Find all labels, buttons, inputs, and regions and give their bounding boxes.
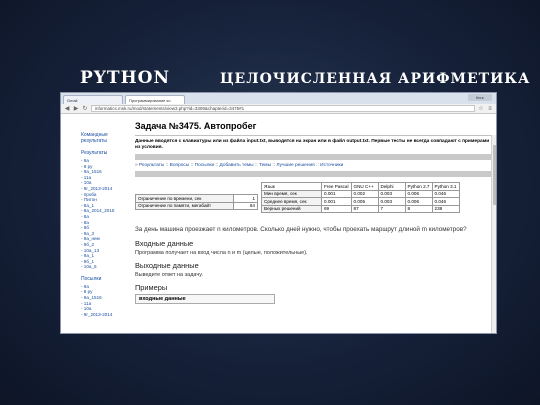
table-row: Среднее время, сек 0.001 0.005 0.003 0.006 0.… xyxy=(261,197,460,206)
input-header: Входные данные xyxy=(135,239,194,248)
star-icon[interactable]: ☆ xyxy=(478,105,484,112)
scrollbar[interactable] xyxy=(491,135,496,333)
page-title: Задача №3475. Автопробег xyxy=(135,121,257,131)
main-content: Задача №3475. Автопробег Данные вводятся… xyxy=(135,121,493,333)
statement-text: За день машина проезжает n километров. С… xyxy=(135,226,467,233)
memory-limit-label: Ограничение по памяти, мегабайт xyxy=(135,201,234,210)
sidebar-result-link[interactable]: - 10a_5 xyxy=(81,264,125,270)
stats-cell: 0.001 xyxy=(321,189,352,198)
stats-header-cell: Python 2.7 xyxy=(404,182,433,191)
url-input[interactable]: informatics.msk.ru/mod/statements/view3.… xyxy=(91,105,475,112)
examples-box: входные данные xyxy=(135,294,275,304)
sidebar: Командные результаты Результаты - 9a - 8 … xyxy=(61,114,125,333)
task-link[interactable]: Вопросы xyxy=(170,163,190,168)
tab-bar: Gmail Программирование ко Ilnur xyxy=(61,93,496,104)
examples-header: Примеры xyxy=(135,283,168,292)
time-limit-value: 1 xyxy=(233,194,258,203)
stats-header-cell: Delphi xyxy=(377,182,406,191)
task-link[interactable]: Темы xyxy=(259,163,271,168)
stats-cell: 0.046 xyxy=(431,189,460,198)
slide-title-arithmetic: ЦЕЛОЧИСЛЕННАЯ АРИФМЕТИКА xyxy=(220,71,531,87)
table-row: Ограничение по памяти, мегабайт 64 xyxy=(135,201,258,210)
stats-cell: 0.003 xyxy=(377,189,406,198)
user-button[interactable]: Ilnur xyxy=(468,94,492,101)
task-link[interactable]: Источники xyxy=(320,163,343,168)
limits-table: Ограничение по времени, сек 1 Ограничени… xyxy=(135,194,258,210)
address-bar: ◀ ▶ ↻ informatics.msk.ru/mod/statements/… xyxy=(61,104,496,114)
input-description: Данные вводятся с клавиатуры или из файл… xyxy=(135,139,490,150)
task-link[interactable]: Результаты xyxy=(139,163,164,168)
gray-bar xyxy=(135,171,493,177)
stats-table: Язык Free Pascal GNU C++ Delphi Python 2.7 Py… xyxy=(261,182,460,213)
stats-cell: 0.046 xyxy=(431,197,460,206)
slide-title-python: PYTHON xyxy=(80,68,170,88)
reload-icon[interactable]: ↻ xyxy=(82,105,88,112)
table-row: Верных решений 69 87 7 8 238 xyxy=(261,204,460,213)
table-row: Язык Free Pascal GNU C++ Delphi Python 2.7 Py… xyxy=(261,182,460,191)
stats-cell: 8 xyxy=(404,204,433,213)
table-row: Мин время, сек 0.001 0.002 0.003 0.006 0.046 xyxy=(261,189,460,198)
sidebar-submission-link[interactable]: - 9r_2013-2014 xyxy=(81,312,125,318)
stats-cell: 0.006 xyxy=(404,189,433,198)
task-links: » Результаты :: Вопросы :: Посылки :: До… xyxy=(135,163,493,168)
stats-cell: Среднее время, сек xyxy=(261,197,322,206)
stats-header-cell: Python 3.1 xyxy=(431,182,460,191)
stats-header-cell: GNU C++ xyxy=(350,182,379,191)
table-row: Ограничение по времени, сек 1 xyxy=(135,194,258,203)
stats-header-cell: Язык xyxy=(261,182,322,191)
task-link[interactable]: Добавить темы xyxy=(220,163,254,168)
forward-icon[interactable]: ▶ xyxy=(73,105,79,112)
stats-cell: 0.002 xyxy=(350,189,379,198)
task-link[interactable]: Лучшие решения xyxy=(276,163,314,168)
divider xyxy=(135,135,493,136)
scrollbar-thumb[interactable] xyxy=(493,145,496,205)
memory-limit-value: 64 xyxy=(233,201,258,210)
stats-header-cell: Free Pascal xyxy=(321,182,352,191)
stats-cell: 0.005 xyxy=(350,197,379,206)
stats-cell: 0.003 xyxy=(377,197,406,206)
sidebar-submissions[interactable]: Посылки xyxy=(81,276,125,282)
stats-cell: 87 xyxy=(350,204,379,213)
stats-cell: 238 xyxy=(431,204,460,213)
task-link[interactable]: Посылки xyxy=(195,163,215,168)
output-header: Выходные данные xyxy=(135,261,199,270)
gray-bar xyxy=(135,154,493,160)
sidebar-team-results[interactable]: Командные результаты xyxy=(81,132,125,144)
back-icon[interactable]: ◀ xyxy=(64,105,70,112)
menu-icon[interactable]: ≡ xyxy=(487,106,493,112)
tables-area: Ограничение по времени, сек 1 Ограничени… xyxy=(135,182,493,226)
stats-cell: 7 xyxy=(377,204,406,213)
tab-gmail[interactable]: Gmail xyxy=(63,95,123,104)
stats-cell: 0.001 xyxy=(321,197,352,206)
tab-programming[interactable]: Программирование ко xyxy=(125,95,185,104)
stats-cell: 69 xyxy=(321,204,352,213)
input-text: Программа получает на вход числа n и m (… xyxy=(135,250,308,256)
sidebar-results[interactable]: Результаты xyxy=(81,150,125,156)
output-text: Выведите ответ на задачу. xyxy=(135,272,203,278)
sidebar-submissions-list: - 9a - 8 ру - 9a_1516- 11a - 10a - 9r_2013-2… xyxy=(81,284,125,318)
page-content: Командные результаты Результаты - 9a - 8 … xyxy=(61,114,496,333)
stats-cell: Мин время, сек xyxy=(261,189,322,198)
stats-cell: 0.006 xyxy=(404,197,433,206)
stats-cell: Верных решений xyxy=(261,204,322,213)
browser-window: Gmail Программирование ко Ilnur ◀ ▶ ↻ in… xyxy=(60,92,497,334)
sidebar-results-list: - 9a - 8 ру - 9a_1516- 11a - 10a - 9r_2013-2… xyxy=(81,158,125,270)
time-limit-label: Ограничение по времени, сек xyxy=(135,194,234,203)
